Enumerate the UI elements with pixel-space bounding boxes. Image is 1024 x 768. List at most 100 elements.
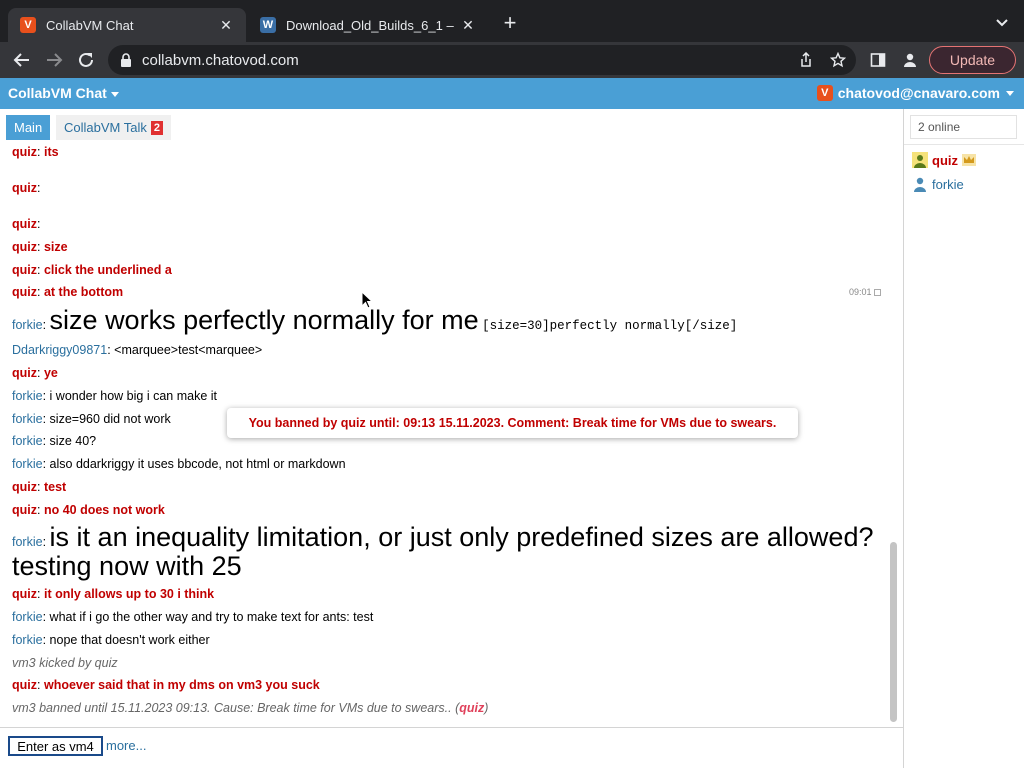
close-tab-icon[interactable]: ✕ xyxy=(460,17,476,34)
chat-message: quiz: xyxy=(12,217,40,231)
update-button[interactable]: Update xyxy=(929,46,1016,74)
moderator-mention-link[interactable]: quiz xyxy=(459,701,484,715)
nick-link[interactable]: quiz xyxy=(12,366,37,380)
user-list-item[interactable]: quiz xyxy=(912,152,976,168)
nick-link[interactable]: quiz xyxy=(12,181,37,195)
forward-icon[interactable] xyxy=(44,50,64,70)
chat-title: CollabVM Chat xyxy=(8,85,107,101)
system-message: vm3 banned until 15.11.2023 09:13. Cause… xyxy=(12,701,488,715)
chat-message: quiz: click the underlined a xyxy=(12,263,172,277)
nick-link[interactable]: Ddarkriggy09871 xyxy=(12,343,107,357)
separator: : xyxy=(42,434,47,448)
nick-link[interactable]: quiz xyxy=(12,480,37,494)
message-text: size xyxy=(43,240,68,254)
message-text: size=960 did not work xyxy=(49,412,171,426)
chat-title-menu[interactable]: CollabVM Chat xyxy=(8,85,119,101)
url-text: collabvm.chatovod.com xyxy=(142,52,299,69)
chatovod-user-icon: V xyxy=(816,85,833,101)
nick-link[interactable]: forkie xyxy=(12,535,43,549)
browser-tab-collabvm-chat[interactable]: V CollabVM Chat ✕ xyxy=(8,8,246,42)
separator: : xyxy=(42,457,47,471)
message-text: its xyxy=(43,145,59,159)
chat-message: quiz: ye xyxy=(12,366,58,380)
nick-link[interactable]: forkie xyxy=(12,610,43,624)
bookmark-star-icon[interactable] xyxy=(830,52,846,68)
chat-message: forkie: size works perfectly normally fo… xyxy=(12,305,737,336)
browser-tab-strip: V CollabVM Chat ✕ W Download_Old_Builds_… xyxy=(0,0,1024,42)
nick-link[interactable]: forkie xyxy=(12,318,43,332)
separator: : xyxy=(37,240,41,254)
chat-message: quiz: at the bottom xyxy=(12,285,123,299)
chat-message: forkie: i wonder how big i can make it xyxy=(12,389,217,403)
chat-message: forkie: also ddarkriggy it uses bbcode, … xyxy=(12,457,346,471)
nick-link[interactable]: forkie xyxy=(12,389,43,403)
nick-link[interactable]: forkie xyxy=(12,412,43,426)
system-text: vm3 banned until 15.11.2023 09:13. Cause… xyxy=(12,701,452,715)
nick-link[interactable]: quiz xyxy=(12,587,37,601)
separator: : xyxy=(42,610,47,624)
nick-link[interactable]: forkie xyxy=(12,457,43,471)
enter-chat-button[interactable]: Enter as vm4 xyxy=(8,736,103,756)
profile-icon[interactable] xyxy=(900,50,920,70)
separator: : xyxy=(42,412,47,426)
user-icon xyxy=(914,177,926,192)
chat-message: forkie: size 40? xyxy=(12,434,96,448)
checkbox-icon[interactable] xyxy=(873,289,881,297)
message-timestamp: 09:01 xyxy=(849,287,881,297)
separator: : xyxy=(37,263,41,277)
nick-link[interactable]: forkie xyxy=(12,633,43,647)
reload-icon[interactable] xyxy=(76,50,96,70)
close-tab-icon[interactable]: ✕ xyxy=(218,17,234,34)
message-scrollbar[interactable] xyxy=(888,145,900,728)
separator: : xyxy=(37,678,41,692)
panel-divider xyxy=(903,109,904,768)
new-tab-button[interactable]: + xyxy=(498,12,522,36)
user-list-item[interactable]: forkie xyxy=(912,176,964,192)
share-icon[interactable] xyxy=(798,52,814,68)
app-header: CollabVM Chat V chatovod@cnavaro.com xyxy=(0,78,1024,109)
chat-message: forkie: is it an inequality limitation, … xyxy=(12,522,873,553)
nick-link[interactable]: quiz xyxy=(12,145,37,159)
nick-link[interactable]: quiz xyxy=(12,285,37,299)
admin-user-icon xyxy=(912,152,928,168)
separator: : xyxy=(107,343,111,357)
scroll-thumb[interactable] xyxy=(890,542,897,722)
user-name: quiz xyxy=(932,152,958,168)
browser-toolbar: collabvm.chatovod.com Update xyxy=(0,42,1024,78)
more-link[interactable]: more... xyxy=(106,738,146,753)
message-text: click the underlined a xyxy=(43,263,172,277)
caret-down-icon xyxy=(1006,90,1014,96)
message-text: it only allows up to 30 i think xyxy=(43,587,215,601)
tab-collabvm-talk[interactable]: CollabVM Talk 2 xyxy=(56,115,171,140)
address-bar[interactable]: collabvm.chatovod.com xyxy=(108,45,856,75)
chat-message: forkie: nope that doesn't work either xyxy=(12,633,210,647)
chat-message: quiz: size xyxy=(12,240,68,254)
account-menu[interactable]: V chatovod@cnavaro.com xyxy=(816,85,1014,101)
chat-message: forkie: size=960 did not work xyxy=(12,412,171,426)
nick-link[interactable]: quiz xyxy=(12,240,37,254)
chat-message: quiz: xyxy=(12,181,40,195)
browser-tab-download[interactable]: W Download_Old_Builds_6_1 – C ✕ xyxy=(248,8,488,42)
system-text: vm3 kicked by quiz xyxy=(12,656,118,670)
side-panel-icon[interactable] xyxy=(868,50,888,70)
tab-main[interactable]: Main xyxy=(6,115,51,140)
separator: : xyxy=(37,181,41,195)
mouse-cursor-icon xyxy=(361,291,373,309)
chat-message: Ddarkriggy09871: <marquee>test<marquee> xyxy=(12,343,262,357)
unread-badge: 2 xyxy=(150,120,163,135)
message-text: also ddarkriggy it uses bbcode, not html… xyxy=(49,457,346,471)
back-icon[interactable] xyxy=(12,50,32,70)
nick-link[interactable]: quiz xyxy=(12,217,37,231)
nick-link[interactable]: quiz xyxy=(12,678,37,692)
message-text: no 40 does not work xyxy=(43,503,165,517)
chat-message: quiz: its xyxy=(12,145,59,159)
nick-link[interactable]: quiz xyxy=(12,263,37,277)
separator: : xyxy=(42,318,47,332)
nick-link[interactable]: quiz xyxy=(12,503,37,517)
nick-link[interactable]: forkie xyxy=(12,434,43,448)
tab-search-chevron-icon[interactable] xyxy=(994,14,1010,30)
chat-message: forkie: what if i go the other way and t… xyxy=(12,610,373,624)
ban-notice-popup: You banned by quiz until: 09:13 15.11.20… xyxy=(227,408,798,438)
user-name: forkie xyxy=(932,176,964,192)
bbcode-text: [size=30]perfectly normally[/size] xyxy=(482,319,738,333)
